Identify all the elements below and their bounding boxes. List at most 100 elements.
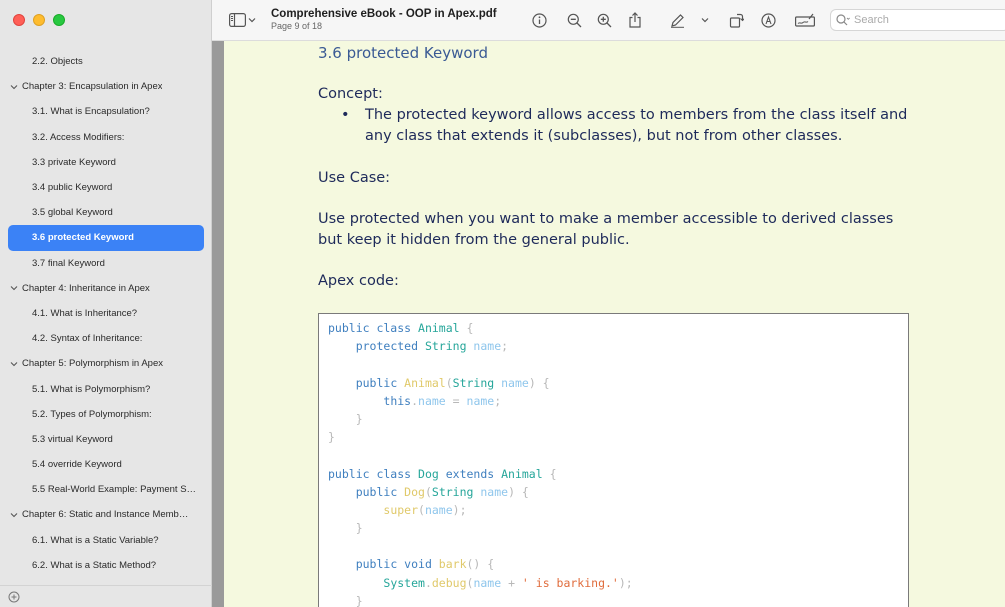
sidebar-section-item[interactable]: 3.4 public Keyword bbox=[0, 175, 212, 200]
search-field[interactable] bbox=[830, 9, 1005, 31]
code-token: String bbox=[424, 339, 474, 354]
sidebar-section-item[interactable]: 5.1. What is Polymorphism? bbox=[0, 376, 212, 401]
sidebar-item-label: 5.4 override Keyword bbox=[32, 459, 122, 471]
sidebar-item-label: 4.1. What is Inheritance? bbox=[32, 307, 138, 319]
sidebar-chapter-item[interactable]: Chapter 6: Static and Instance Members..… bbox=[0, 502, 212, 527]
code-token: name bbox=[480, 484, 509, 499]
bullet-dot: • bbox=[341, 107, 350, 123]
code-token: public class bbox=[328, 321, 419, 335]
chevron-down-icon[interactable] bbox=[9, 359, 19, 369]
code-token: extends bbox=[445, 466, 502, 481]
code-token: } bbox=[328, 430, 335, 445]
sidebar-chapter-item[interactable]: Chapter 5: Polymorphism in Apex bbox=[0, 351, 212, 376]
concept-bullet: • The protected keyword allows access to… bbox=[341, 105, 911, 147]
sidebar-section-item[interactable]: 4.1. What is Inheritance? bbox=[0, 301, 212, 326]
sidebar-item-label: 3.6 protected Keyword bbox=[32, 232, 134, 244]
code-token: . bbox=[411, 393, 419, 408]
sidebar: 2.2. Objects Chapter 3: Encapsulation in … bbox=[0, 0, 212, 607]
sidebar-item-label: 3.1. What is Encapsulation? bbox=[32, 106, 150, 118]
sidebar-item-label: 5.3 virtual Keyword bbox=[32, 433, 113, 445]
code-token: public bbox=[355, 375, 405, 390]
zoom-out-icon[interactable] bbox=[565, 11, 583, 29]
code-token: ) { bbox=[528, 375, 550, 390]
sidebar-divider[interactable] bbox=[212, 0, 224, 607]
sidebar-chapter-item[interactable]: Chapter 3: Encapsulation in Apex bbox=[0, 74, 212, 99]
sidebar-section-item[interactable]: 5.2. Types of Polymorphism: bbox=[0, 402, 212, 427]
code-token: } bbox=[328, 593, 363, 607]
code-token: ( bbox=[424, 484, 432, 499]
code-token: name bbox=[473, 575, 502, 590]
markup-chevron-down-icon[interactable] bbox=[700, 11, 710, 29]
sidebar-section-item[interactable]: 3.2. Access Modifiers: bbox=[0, 125, 212, 150]
sidebar-section-item[interactable]: 3.1. What is Encapsulation? bbox=[0, 99, 212, 124]
sidebar-section-item[interactable]: 2.2. Objects bbox=[0, 49, 212, 74]
sidebar-section-item[interactable]: 5.3 virtual Keyword bbox=[0, 427, 212, 452]
sidebar-section-item[interactable]: 3.3 private Keyword bbox=[0, 150, 212, 175]
sidebar-section-item[interactable]: 5.5 Real-World Example: Payment Sys... bbox=[0, 477, 212, 502]
search-icon bbox=[836, 14, 850, 26]
info-icon[interactable] bbox=[530, 11, 548, 29]
code-line: } bbox=[328, 410, 899, 428]
sidebar-item-label: 3.4 public Keyword bbox=[32, 182, 113, 194]
apex-code-label: Apex code: bbox=[318, 273, 399, 289]
code-token: name bbox=[418, 393, 446, 408]
sidebar-footer bbox=[0, 585, 212, 607]
markup-pen-icon[interactable] bbox=[668, 11, 686, 29]
add-circle-icon[interactable] bbox=[8, 591, 20, 603]
code-token: } bbox=[328, 521, 363, 536]
sidebar-toggle-icon[interactable] bbox=[228, 11, 246, 29]
sidebar-item-label: 5.2. Types of Polymorphism: bbox=[32, 408, 152, 420]
chevron-down-icon[interactable] bbox=[9, 283, 19, 293]
signature-icon[interactable] bbox=[795, 11, 815, 29]
rotate-icon[interactable] bbox=[727, 11, 745, 29]
zoom-in-icon[interactable] bbox=[595, 11, 613, 29]
sidebar-section-item[interactable]: 5.4 override Keyword bbox=[0, 452, 212, 477]
zoom-window-button[interactable] bbox=[53, 14, 65, 26]
concept-label: Concept: bbox=[318, 86, 383, 102]
sidebar-item-label: Chapter 5: Polymorphism in Apex bbox=[22, 358, 163, 370]
code-token: public class bbox=[328, 466, 419, 481]
code-token: = bbox=[445, 393, 467, 408]
use-case-label: Use Case: bbox=[318, 170, 391, 186]
page-indicator: Page 9 of 18 bbox=[271, 21, 323, 31]
search-input[interactable] bbox=[854, 14, 994, 26]
sidebar-item-label: 2.2. Objects bbox=[32, 56, 83, 68]
code-line: } bbox=[328, 428, 899, 446]
sidebar-section-item[interactable]: 6.1. What is a Static Variable? bbox=[0, 528, 212, 553]
sidebar-section-item[interactable]: 4.2. Syntax of Inheritance: bbox=[0, 326, 212, 351]
code-line: super(name); bbox=[328, 501, 899, 519]
close-window-button[interactable] bbox=[13, 14, 25, 26]
share-icon[interactable] bbox=[626, 11, 644, 29]
section-heading: 3.6 protected Keyword bbox=[318, 44, 488, 62]
window-controls bbox=[13, 14, 65, 26]
code-token: String bbox=[452, 375, 502, 390]
highlight-icon[interactable] bbox=[759, 11, 777, 29]
code-token: () { bbox=[466, 557, 495, 572]
chevron-down-icon[interactable] bbox=[247, 11, 257, 29]
sidebar-section-item[interactable]: 6.2. What is a Static Method? bbox=[0, 553, 212, 578]
sidebar-item-label: 3.2. Access Modifiers: bbox=[32, 131, 125, 143]
code-line: protected String name; bbox=[328, 337, 899, 355]
code-token: bark bbox=[438, 557, 467, 572]
code-token: ' is barking.' bbox=[521, 575, 619, 590]
sidebar-item-label: Chapter 6: Static and Instance Members..… bbox=[22, 509, 190, 521]
code-token: ); bbox=[452, 502, 467, 517]
toolbar: Comprehensive eBook - OOP in Apex.pdf Pa… bbox=[212, 0, 1005, 41]
code-line: this.name = name; bbox=[328, 392, 899, 410]
sidebar-item-label: Chapter 4: Inheritance in Apex bbox=[22, 282, 150, 294]
chevron-down-icon[interactable] bbox=[9, 510, 19, 520]
sidebar-section-item[interactable]: 3.5 global Keyword bbox=[0, 200, 212, 225]
sidebar-section-item[interactable]: 3.6 protected Keyword bbox=[8, 225, 204, 251]
sidebar-chapter-item[interactable]: Chapter 4: Inheritance in Apex bbox=[0, 276, 212, 301]
sidebar-section-item[interactable]: 3.7 final Keyword bbox=[0, 251, 212, 276]
chevron-down-icon[interactable] bbox=[9, 82, 19, 92]
code-token: ) { bbox=[508, 484, 529, 499]
code-line: } bbox=[328, 519, 899, 537]
code-token: Animal bbox=[501, 466, 543, 481]
minimize-window-button[interactable] bbox=[33, 14, 45, 26]
